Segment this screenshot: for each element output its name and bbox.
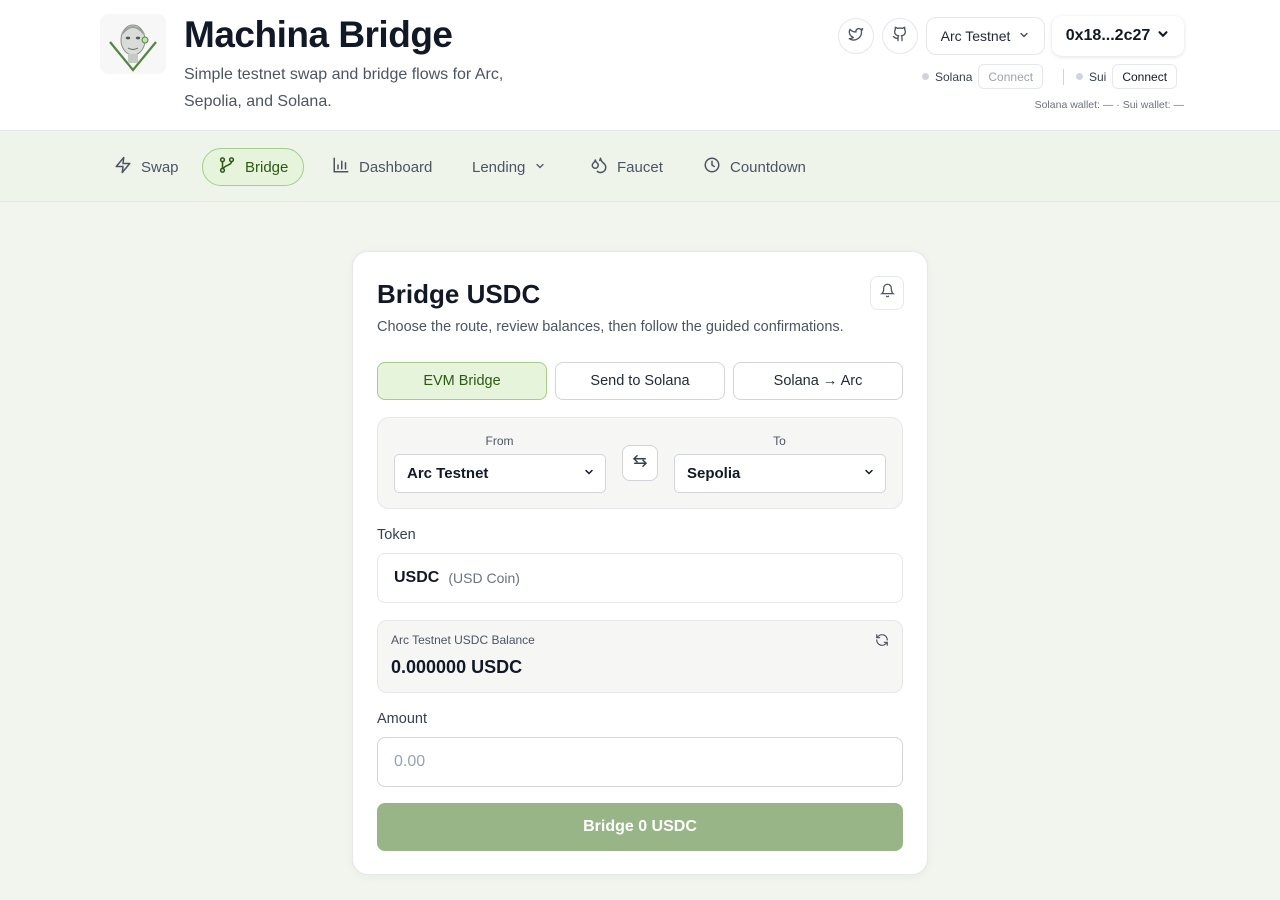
nav-item-swap[interactable]: Swap	[102, 148, 191, 186]
nav-item-label: Countdown	[730, 158, 806, 176]
nav-item-label: Lending	[472, 158, 526, 176]
token-label: Token	[377, 527, 416, 543]
notifications-button[interactable]	[870, 276, 904, 310]
app-subtitle: Simple testnet swap and bridge flows for…	[184, 66, 504, 110]
route-evm-bridge[interactable]: EVM Bridge	[377, 362, 547, 400]
balance-label: Arc Testnet USDC Balance	[391, 633, 535, 647]
wallet-button[interactable]: 0x18...2c27	[1052, 16, 1184, 56]
refresh-icon[interactable]	[875, 633, 889, 652]
status-dot	[922, 73, 929, 80]
app-header: Machina Bridge Simple testnet swap and b…	[0, 0, 1280, 131]
github-button[interactable]	[882, 18, 918, 54]
balance-value: 0.000000 USDC	[391, 657, 523, 677]
from-label: From	[485, 434, 514, 448]
nav-item-label: Bridge	[245, 158, 289, 176]
chain-name: Solana	[935, 69, 973, 84]
sui-connect-button[interactable]: Connect	[1112, 64, 1178, 89]
bridge-submit-button[interactable]: Bridge 0 USDC	[377, 803, 903, 851]
chevron-down-icon	[1156, 27, 1170, 46]
bar-chart-icon	[332, 156, 350, 178]
chevron-down-icon	[583, 465, 595, 482]
app-title: Machina Bridge	[184, 14, 453, 55]
token-field[interactable]: USDC (USD Coin)	[377, 553, 903, 603]
status-dot	[1076, 73, 1083, 80]
bolt-icon	[114, 156, 132, 178]
amount-input[interactable]	[377, 737, 903, 787]
network-select[interactable]: Arc Testnet	[926, 17, 1045, 55]
sui-chain-status: Sui Connect	[1076, 64, 1178, 89]
to-chain-value: Sepolia	[687, 465, 741, 482]
clock-icon	[703, 156, 721, 178]
chain-name: Sui	[1089, 69, 1107, 84]
to-chain-select[interactable]: Sepolia	[674, 454, 886, 493]
app-logo	[100, 14, 166, 74]
swap-direction-button[interactable]	[622, 445, 658, 481]
token-symbol: USDC	[394, 569, 440, 586]
nav-item-lending[interactable]: Lending	[460, 148, 558, 186]
chevron-down-icon	[534, 159, 546, 176]
droplets-icon	[590, 156, 608, 178]
network-select-label: Arc Testnet	[940, 28, 1011, 44]
nav-item-bridge[interactable]: Bridge	[202, 148, 305, 186]
twitter-button[interactable]	[838, 18, 874, 54]
token-name: (USD Coin)	[448, 570, 520, 586]
card-description: Choose the route, review balances, then …	[377, 319, 844, 335]
solana-connect-button[interactable]: Connect	[978, 64, 1044, 89]
arrows-swap-icon	[631, 452, 649, 475]
nav-item-countdown[interactable]: Countdown	[691, 148, 818, 186]
git-branch-icon	[218, 156, 236, 178]
to-label: To	[773, 434, 786, 448]
solana-chain-status: Solana Connect	[922, 64, 1044, 89]
twitter-icon	[848, 26, 864, 47]
nav-item-dashboard[interactable]: Dashboard	[320, 148, 444, 186]
card-title: Bridge USDC	[377, 279, 541, 309]
chevron-down-icon	[863, 465, 875, 482]
from-chain-select[interactable]: Arc Testnet	[394, 454, 606, 493]
wallet-status-text: Solana wallet: — · Sui wallet: —	[1034, 99, 1184, 111]
amount-label: Amount	[377, 711, 427, 727]
route-solana-to-arc[interactable]: Solana → Arc	[733, 362, 903, 400]
nav-item-label: Dashboard	[359, 158, 433, 176]
bridge-card: Bridge USDC Choose the route, review bal…	[352, 251, 928, 875]
nav-item-label: Faucet	[617, 158, 663, 176]
bell-icon	[879, 283, 895, 303]
divider	[1063, 69, 1064, 85]
github-icon	[892, 26, 908, 47]
route-selector: From Arc Testnet To Sepolia	[377, 417, 903, 509]
wallet-address: 0x18...2c27	[1065, 27, 1151, 44]
nav-item-faucet[interactable]: Faucet	[578, 148, 675, 186]
route-send-to-solana[interactable]: Send to Solana	[555, 362, 725, 400]
chevron-down-icon	[1018, 28, 1030, 44]
nav-item-label: Swap	[141, 158, 179, 176]
balance-panel: Arc Testnet USDC Balance 0.000000 USDC	[377, 620, 903, 693]
main-nav: Swap Bridge Dashboard Lending Faucet Cou…	[0, 132, 1280, 202]
from-chain-value: Arc Testnet	[407, 465, 489, 482]
